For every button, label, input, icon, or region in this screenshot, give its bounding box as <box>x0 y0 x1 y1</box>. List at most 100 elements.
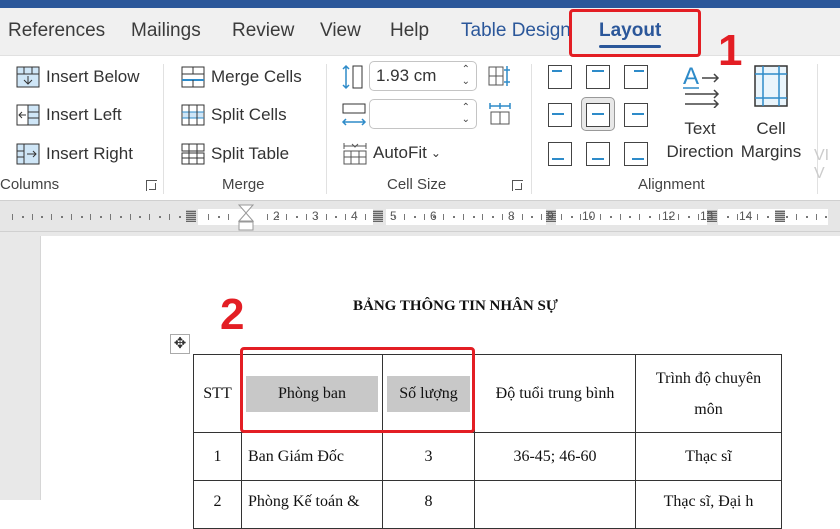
insert-below-button[interactable]: Insert Below <box>16 66 140 88</box>
ruler-tick <box>786 216 789 218</box>
cell-text: 36-45; 46-60 <box>513 447 597 465</box>
split-cells-icon <box>181 104 205 126</box>
ruler-tick <box>472 216 475 218</box>
row-height-value: 1.93 cm <box>376 66 437 85</box>
cell-margins-label-line1: Cell <box>756 119 786 138</box>
cell-text: 3 <box>424 447 433 465</box>
cell-margins-label-line2: Margins <box>740 142 802 161</box>
autofit-label: AutoFit <box>373 143 427 162</box>
column-marker[interactable] <box>775 210 785 222</box>
ruler-tick <box>355 216 357 218</box>
autofit-button[interactable]: AutoFit ⌄ <box>343 142 441 165</box>
spin-down-icon[interactable]: ⌄ <box>462 114 470 125</box>
tab-references[interactable]: References <box>8 20 105 42</box>
ruler-tick <box>12 214 13 220</box>
table-row: 1 Ban Giám Đốc 3 36-45; 46-60 Thạc sĩ <box>193 432 782 481</box>
text-direction-button[interactable]: A Text Direction <box>662 62 738 163</box>
align-top-center-button[interactable] <box>586 65 610 89</box>
table-row-height-icon <box>341 64 365 95</box>
distribute-rows-icon[interactable] <box>488 64 512 93</box>
split-table-button[interactable]: Split Table <box>181 143 289 165</box>
ruler-tick <box>727 216 730 218</box>
table-move-handle-icon[interactable]: ✥ <box>170 334 190 354</box>
header-text: Trình độ chuyên môn <box>655 369 762 418</box>
insert-left-button[interactable]: Insert Left <box>16 104 122 126</box>
align-bottom-center-button[interactable] <box>586 142 610 166</box>
ruler-tick <box>815 214 817 220</box>
insert-right-button[interactable]: Insert Right <box>16 143 133 165</box>
align-top-right-button[interactable] <box>624 65 648 89</box>
ruler-tick <box>100 216 103 218</box>
ruler-tick <box>668 216 671 218</box>
split-cells-button[interactable]: Split Cells <box>181 104 287 126</box>
cell-text: 8 <box>424 493 433 510</box>
ruler-tick <box>698 214 699 220</box>
ruler-tick <box>90 214 92 220</box>
table-cell[interactable]: 2 <box>193 480 242 529</box>
align-bottom-left-button[interactable] <box>548 142 572 166</box>
svg-text:A: A <box>683 63 699 90</box>
ruler-tick <box>21 216 24 218</box>
insert-below-icon <box>16 66 40 88</box>
align-center-left-button[interactable] <box>548 103 572 127</box>
ruler-tick <box>796 214 797 220</box>
table-cell[interactable]: 3 <box>382 432 475 481</box>
merge-cells-button[interactable]: Merge Cells <box>181 66 302 88</box>
ruler-number: 14 <box>739 209 753 223</box>
ruler-tick <box>629 216 632 218</box>
spin-up-icon[interactable]: ⌃ <box>462 102 470 113</box>
tab-view[interactable]: View <box>320 20 361 42</box>
header-text: Độ tuổi trung bình <box>495 384 615 402</box>
header-cell-do-tuoi[interactable]: Độ tuổi trung bình <box>474 354 636 433</box>
table-cell[interactable]: Thạc sĩ, Đại h <box>635 480 782 529</box>
header-cell-trinh-do[interactable]: Trình độ chuyên môn <box>635 354 782 433</box>
ruler-tick <box>580 214 582 220</box>
ruler-tick <box>413 216 416 218</box>
align-bottom-right-button[interactable] <box>624 142 648 166</box>
ruler-tick <box>227 214 229 220</box>
align-center-button[interactable] <box>586 103 610 127</box>
horizontal-ruler[interactable]: 2 3 4 5 6 8 9 10 12 13 14 <box>0 200 840 232</box>
table-cell[interactable]: 36-45; 46-60 <box>474 432 636 481</box>
ruler-tick <box>747 216 749 218</box>
ruler-tick <box>639 214 641 220</box>
align-center-right-button[interactable] <box>624 103 648 127</box>
tab-help[interactable]: Help <box>390 20 429 42</box>
ruler-tick <box>364 214 366 220</box>
tab-mailings[interactable]: Mailings <box>131 20 201 42</box>
align-top-left-button[interactable] <box>548 65 572 89</box>
table-cell[interactable]: 8 <box>382 480 475 529</box>
column-width-input[interactable]: ⌃ ⌄ <box>369 99 477 129</box>
split-table-label: Split Table <box>211 144 290 163</box>
indent-marker[interactable] <box>237 203 255 231</box>
ruler-tick <box>61 216 63 218</box>
header-cell-stt[interactable]: STT <box>193 354 242 433</box>
insert-right-label: Insert Right <box>46 144 133 163</box>
ruler-tick <box>423 214 425 220</box>
spin-up-icon[interactable]: ⌃ <box>462 64 470 75</box>
columns-dialog-launcher-icon[interactable] <box>146 180 157 191</box>
ruler-tick <box>521 214 523 220</box>
ruler-number: 9 <box>547 209 554 223</box>
table-cell[interactable]: Phòng Kế toán & <box>241 480 383 529</box>
cell-size-dialog-launcher-icon[interactable] <box>512 180 523 191</box>
table-cell[interactable]: 1 <box>193 432 242 481</box>
cell-margins-button[interactable]: Cell Margins <box>738 62 804 163</box>
ruler-tick <box>266 214 268 220</box>
spin-down-icon[interactable]: ⌄ <box>462 76 470 87</box>
distribute-columns-icon[interactable] <box>488 102 512 131</box>
row-height-input[interactable]: 1.93 cm ⌃ ⌄ <box>369 61 477 91</box>
table-cell[interactable] <box>474 480 636 529</box>
table-cell[interactable]: Ban Giám Đốc <box>241 432 383 481</box>
ruler-tick <box>453 216 455 218</box>
table-row: 2 Phòng Kế toán & 8 Thạc sĩ, Đại h <box>193 480 782 529</box>
column-marker[interactable] <box>186 210 196 222</box>
tab-review[interactable]: Review <box>232 20 294 42</box>
column-marker[interactable] <box>373 210 383 222</box>
ruler-tick <box>766 216 769 218</box>
table-cell[interactable]: Thạc sĩ <box>635 432 782 481</box>
ribbon: Insert Below Insert Left Insert Right Co… <box>0 56 840 200</box>
tab-table-design[interactable]: Table Design <box>461 20 571 42</box>
insert-left-icon <box>16 104 40 126</box>
cell-text: Phòng Kế toán & <box>248 493 360 510</box>
